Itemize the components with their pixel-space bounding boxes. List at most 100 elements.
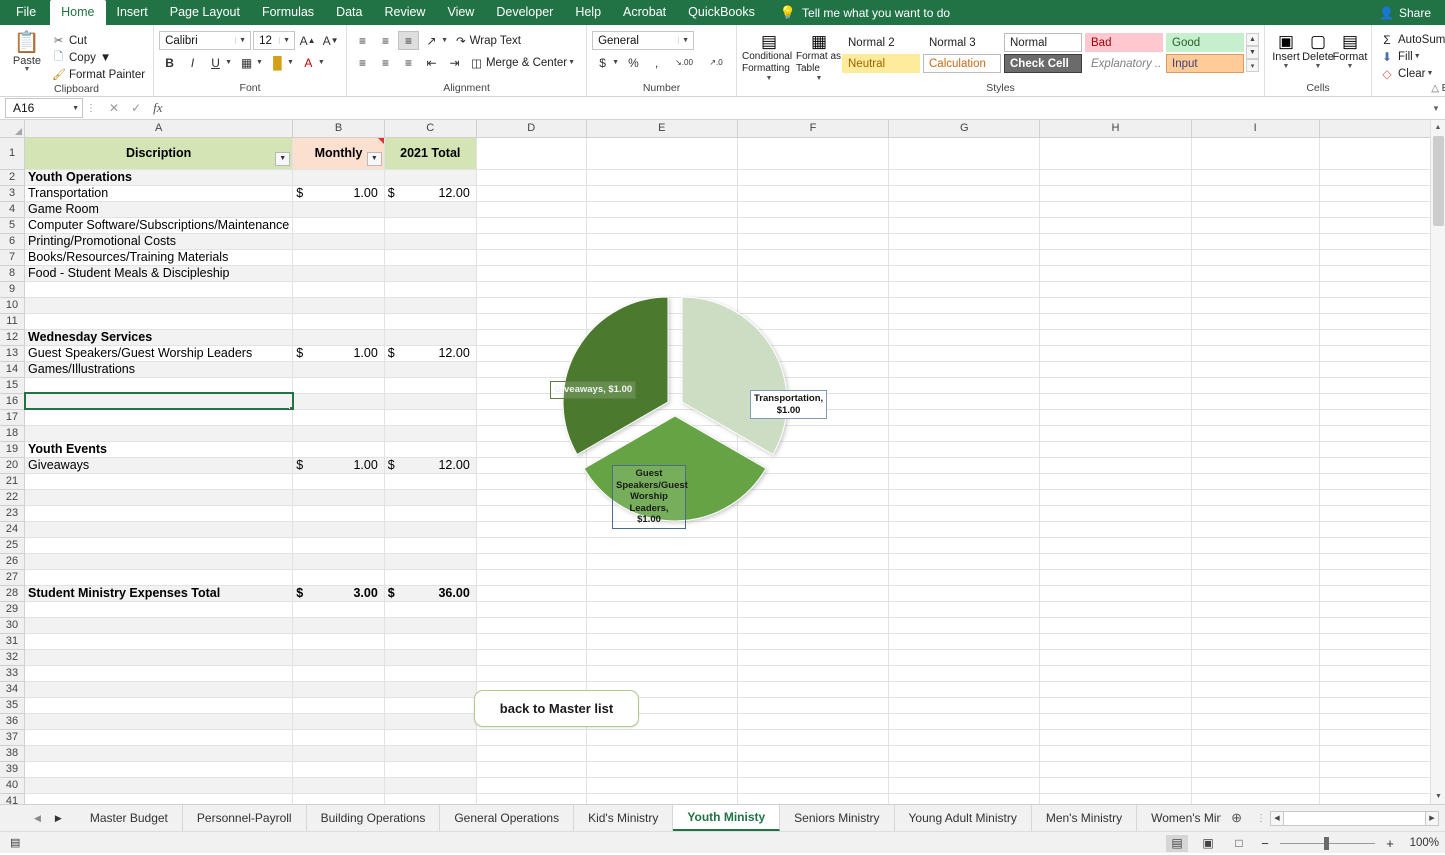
zoom-in-button[interactable]: + — [1384, 836, 1396, 851]
cell-g21[interactable] — [888, 473, 1041, 490]
autosum-button[interactable]: Σ AutoSum ▼ — [1377, 31, 1445, 48]
cell-e4[interactable] — [586, 201, 738, 218]
cell-b16[interactable] — [292, 393, 385, 410]
cell-i25[interactable] — [1191, 537, 1320, 554]
cell-b31[interactable] — [292, 633, 385, 650]
cell-h23[interactable] — [1039, 505, 1192, 522]
cell-h16[interactable] — [1039, 393, 1192, 410]
row-header-33[interactable]: 33 — [0, 665, 26, 682]
cell-a14[interactable]: Games/Illustrations — [24, 361, 294, 378]
cell-e30[interactable] — [586, 617, 738, 634]
sheet-tab-young-adult-ministry[interactable]: Young Adult Ministry — [895, 805, 1032, 831]
cell-i20[interactable] — [1191, 457, 1320, 474]
bold-button[interactable]: B — [159, 53, 180, 72]
cut-button[interactable]: ✂ Cut — [49, 32, 148, 49]
cell-e32[interactable] — [586, 649, 738, 666]
cell-b24[interactable] — [292, 521, 385, 538]
filter-dropdown-b[interactable]: ▼ — [366, 151, 382, 166]
cell-e6[interactable] — [586, 233, 738, 250]
row-header-7[interactable]: 7 — [0, 249, 26, 266]
cell-i36[interactable] — [1191, 713, 1320, 730]
style-calculation[interactable]: Calculation — [923, 54, 1001, 73]
menu-item-acrobat[interactable]: Acrobat — [612, 0, 677, 25]
cell-b12[interactable] — [292, 329, 385, 346]
underline-button[interactable]: U — [205, 53, 226, 72]
cell-i30[interactable] — [1191, 617, 1320, 634]
cell-h22[interactable] — [1039, 489, 1192, 506]
scroll-down-button[interactable]: ▼ — [1431, 789, 1445, 804]
cell-d30[interactable] — [476, 617, 587, 634]
cell-a17[interactable] — [24, 409, 294, 426]
chevron-down-icon[interactable]: ▼ — [1426, 70, 1435, 77]
cell-h7[interactable] — [1039, 249, 1192, 266]
cell-j7[interactable] — [1319, 249, 1445, 266]
cell-a16[interactable] — [23, 392, 294, 410]
cell-b6[interactable] — [292, 233, 385, 250]
row-header-21[interactable]: 21 — [0, 473, 26, 490]
decrease-decimal-button[interactable]: ↗.0 — [701, 53, 731, 72]
cell-a13[interactable]: Guest Speakers/Guest Worship Leaders — [24, 345, 294, 362]
cell-f5[interactable] — [737, 217, 890, 234]
cell-b37[interactable] — [292, 729, 385, 746]
cell-a3[interactable]: Transportation — [24, 185, 294, 202]
row-header-4[interactable]: 4 — [0, 201, 26, 218]
cell-h41[interactable] — [1039, 793, 1192, 804]
row-header-19[interactable]: 19 — [0, 441, 26, 458]
cell-d3[interactable] — [476, 185, 587, 202]
cell-a12[interactable]: Wednesday Services — [24, 329, 294, 346]
cell-b7[interactable] — [292, 249, 385, 266]
row-header-34[interactable]: 34 — [0, 681, 26, 698]
row-header-39[interactable]: 39 — [0, 761, 26, 778]
row-header-3[interactable]: 3 — [0, 185, 26, 202]
cell-b19[interactable] — [292, 441, 385, 458]
cell-g19[interactable] — [888, 441, 1041, 458]
cell-f1[interactable] — [737, 137, 890, 170]
row-header-36[interactable]: 36 — [0, 713, 26, 730]
align-bottom-button[interactable]: ≡ — [398, 31, 420, 50]
cell-b30[interactable] — [292, 617, 385, 634]
row-header-37[interactable]: 37 — [0, 729, 26, 746]
cell-j28[interactable] — [1319, 585, 1445, 602]
expand-formula-bar-button[interactable]: ▼ — [1429, 104, 1443, 113]
cell-g30[interactable] — [888, 617, 1041, 634]
cell-b33[interactable] — [292, 665, 385, 682]
row-header-38[interactable]: 38 — [0, 745, 26, 762]
zoom-out-button[interactable]: − — [1259, 836, 1271, 851]
cell-j12[interactable] — [1319, 329, 1445, 346]
cell-j40[interactable] — [1319, 777, 1445, 794]
cell-g41[interactable] — [888, 793, 1041, 804]
cell-i32[interactable] — [1191, 649, 1320, 666]
cell-c32[interactable] — [384, 649, 477, 666]
column-header-f[interactable]: F — [737, 120, 890, 138]
column-header-a[interactable]: A — [24, 120, 294, 138]
cell-i41[interactable] — [1191, 793, 1320, 804]
cell-j14[interactable] — [1319, 361, 1445, 378]
accessibility-icon[interactable]: ▤ — [10, 836, 20, 849]
fill-color-chevron-down-icon[interactable]: ▼ — [287, 59, 296, 66]
cell-a34[interactable] — [24, 681, 294, 698]
row-header-6[interactable]: 6 — [0, 233, 26, 250]
cell-h6[interactable] — [1039, 233, 1192, 250]
cell-b34[interactable] — [292, 681, 385, 698]
cell-g26[interactable] — [888, 553, 1041, 570]
row-header-14[interactable]: 14 — [0, 361, 26, 378]
cell-h34[interactable] — [1039, 681, 1192, 698]
chevron-down-icon[interactable]: ▼ — [1283, 63, 1290, 70]
style-good[interactable]: Good — [1166, 33, 1244, 52]
decrease-indent-button[interactable]: ⇤ — [421, 53, 442, 72]
cell-b9[interactable] — [292, 281, 385, 298]
cell-f32[interactable] — [737, 649, 890, 666]
cell-b17[interactable] — [292, 409, 385, 426]
cell-d4[interactable] — [476, 201, 587, 218]
styles-scroll-down-button[interactable]: ▼ — [1246, 46, 1259, 59]
row-header-26[interactable]: 26 — [0, 553, 26, 570]
sheet-tab-personnel-payroll[interactable]: Personnel-Payroll — [183, 805, 307, 831]
cell-a4[interactable]: Game Room — [24, 201, 294, 218]
cell-g29[interactable] — [888, 601, 1041, 618]
cell-g2[interactable] — [888, 169, 1041, 186]
cell-h27[interactable] — [1039, 569, 1192, 586]
cell-j20[interactable] — [1319, 457, 1445, 474]
cell-h25[interactable] — [1039, 537, 1192, 554]
menu-item-file[interactable]: File — [0, 0, 50, 25]
cell-i7[interactable] — [1191, 249, 1320, 266]
